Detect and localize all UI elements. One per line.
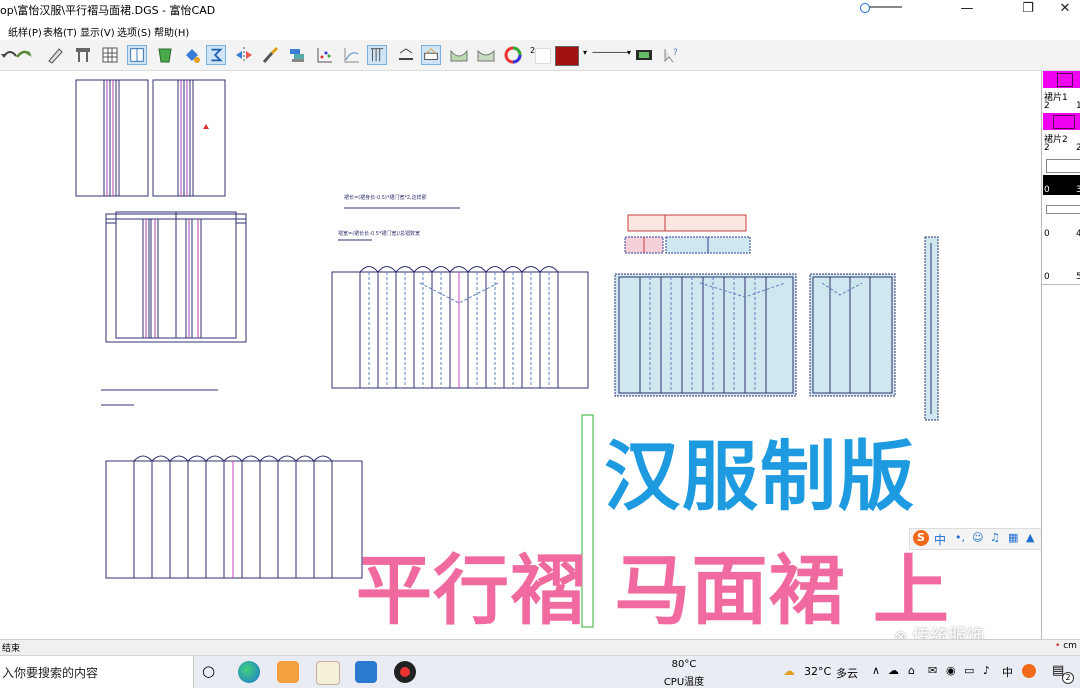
record-app-icon[interactable] <box>394 661 416 683</box>
windows-taskbar: 入你要搜索的内容 ○ 80°C CPU温度 ☁ 32°C 多云 ∧ ☁ ⌂ ✉ … <box>0 655 1080 688</box>
dropdown-arrow-icon[interactable]: ▾ <box>627 48 631 57</box>
cad-app-icon[interactable] <box>316 661 340 685</box>
cpu-temp-value: 80°C <box>671 659 697 670</box>
sum-button[interactable] <box>206 45 226 65</box>
weather-temp[interactable]: 32°C <box>804 665 831 678</box>
table-frame-icon[interactable] <box>73 45 93 65</box>
note-formula-1: 裙长=(裙身长-0.5)*裙门宽*2,这样那 <box>344 194 427 201</box>
menu-bar: 纸样(P) 表格(T) 显示(V) 选项(S) 帮助(H) <box>0 20 1080 40</box>
screenshot-app-icon[interactable] <box>355 661 377 683</box>
minimize-button[interactable]: — <box>944 0 990 20</box>
security-tray-icon[interactable]: ◉ <box>946 664 956 677</box>
keyboard-icon[interactable]: ▦ <box>1008 531 1018 544</box>
status-bar: 结束 • cm <box>0 639 1080 656</box>
task-view-icon[interactable]: ○ <box>202 662 215 680</box>
color-wheel-icon[interactable] <box>503 45 523 65</box>
subtitle-overlay: 平行褶 马面裙 上 <box>356 546 950 635</box>
cpu-temp-label: CPU温度 <box>663 677 705 688</box>
drawing-canvas[interactable]: 裙长=(裙身长-0.5)*裙门宽*2,这样那 褶宽=(裙长长-0.5*裙门宽)/… <box>0 71 1042 647</box>
pencil-icon[interactable] <box>45 45 65 65</box>
status-text: 结束 <box>2 644 21 654</box>
measure-icon[interactable] <box>396 45 416 65</box>
svg-text:?: ? <box>673 48 678 58</box>
maximize-button[interactable]: ❐ <box>1005 0 1051 20</box>
line-color-swatch[interactable] <box>555 46 579 66</box>
row4-value-b: 4 <box>1076 229 1080 239</box>
layers-icon[interactable] <box>288 45 308 65</box>
row4-value-a: 0 <box>1044 229 1050 239</box>
window-title: op\富怡汉服\平行褶马面裙.DGS - 富怡CAD <box>0 4 216 17</box>
note-formula-2: 褶宽=(裙长长-0.5*裙门宽)/总褶数宽 <box>338 230 420 237</box>
piece-list-panel: 裙片1 2 1 裙片2 2 2 0 3 0 4 0 5 <box>1041 71 1080 639</box>
folder-app-icon[interactable] <box>277 661 299 683</box>
cloud-tray-icon[interactable]: ☁ <box>888 664 899 677</box>
pleat-tool-button[interactable] <box>367 45 387 65</box>
ime-language-indicator[interactable]: 中 <box>1002 664 1013 680</box>
slider-track <box>866 6 902 8</box>
scatter-grid-icon[interactable] <box>315 45 335 65</box>
menu-view[interactable]: 显示(V) <box>80 24 115 39</box>
panel-divider <box>1042 284 1080 285</box>
menu-options[interactable]: 选项(S) <box>117 24 151 39</box>
help-pointer-icon[interactable]: ? <box>661 45 681 65</box>
headline-overlay: 汉服制版 <box>604 432 916 521</box>
search-placeholder: 入你要搜索的内容 <box>2 666 99 680</box>
seam-tool-button[interactable] <box>421 45 441 65</box>
pattern-view-button[interactable] <box>127 45 147 65</box>
notification-badge: 2 <box>1062 672 1074 684</box>
piece2-value-a: 2 <box>1044 143 1050 153</box>
piece3-thumbnail[interactable] <box>1046 159 1080 173</box>
row3-value-b: 3 <box>1076 185 1080 195</box>
piece2-thumbnail[interactable] <box>1043 113 1080 130</box>
slider-knob[interactable] <box>860 3 870 13</box>
piece1-thumbnail[interactable] <box>1043 71 1080 88</box>
microphone-icon[interactable]: ♫ <box>990 531 1000 544</box>
piece1-value-a: 2 <box>1044 101 1050 111</box>
onedrive-tray-icon[interactable]: ⌂ <box>908 664 915 677</box>
wechat-tray-icon[interactable]: ✉ <box>928 664 937 677</box>
unit-value: cm <box>1063 641 1077 651</box>
background-color-swatch[interactable] <box>535 48 551 64</box>
ime-mode-toggle[interactable]: 中 <box>934 531 946 548</box>
paint-bucket-icon[interactable] <box>182 45 202 65</box>
emoji-icon[interactable]: ☺ <box>972 531 983 544</box>
piece1-value-b: 1 <box>1076 101 1080 111</box>
dropdown-arrow-icon[interactable]: ▾ <box>583 48 587 57</box>
skin-icon[interactable]: ▲ <box>1026 531 1034 544</box>
toolbar: 2 ▾ ———— ▾ ? <box>0 40 1080 71</box>
mirror-icon[interactable] <box>234 45 254 65</box>
brush-icon[interactable] <box>260 45 280 65</box>
edge-browser-icon[interactable] <box>238 661 260 683</box>
close-button[interactable]: ✕ <box>1050 0 1080 20</box>
menu-pattern[interactable]: 纸样(P) <box>8 24 42 39</box>
title-bar: op\富怡汉服\平行褶马面裙.DGS - 富怡CAD — ❐ ✕ <box>0 0 1080 20</box>
row3-value-a: 0 <box>1044 185 1050 195</box>
piece5-thumbnail[interactable] <box>1046 205 1080 214</box>
row5-value-a: 0 <box>1044 272 1050 282</box>
piece2-value-b: 2 <box>1076 143 1080 153</box>
grid-icon[interactable] <box>100 45 120 65</box>
piece-fill-icon[interactable] <box>155 45 175 65</box>
line-style-select[interactable]: ———— <box>592 47 629 58</box>
sogou-tray-icon[interactable] <box>1022 664 1036 678</box>
unit-label: • cm <box>1055 641 1077 651</box>
film-icon[interactable] <box>634 45 654 65</box>
network-tray-icon[interactable]: ▭ <box>964 664 974 677</box>
row5-value-b: 5 <box>1076 272 1080 282</box>
ime-toolbar[interactable]: S 中 •, ☺ ♫ ▦ ▲ <box>909 528 1042 550</box>
curve-piece-icon[interactable] <box>449 45 469 65</box>
menu-help[interactable]: 帮助(H) <box>154 24 189 39</box>
taskbar-search-box[interactable]: 入你要搜索的内容 <box>0 656 194 688</box>
weather-desc[interactable]: 多云 <box>836 665 858 681</box>
hem-icon[interactable] <box>476 45 496 65</box>
zoom-slider[interactable] <box>860 3 904 13</box>
punctuation-icon[interactable]: •, <box>955 531 965 544</box>
tray-expand-icon[interactable]: ∧ <box>872 664 880 677</box>
weather-icon[interactable]: ☁ <box>783 664 795 678</box>
curve-chart-icon[interactable] <box>342 45 362 65</box>
menu-table[interactable]: 表格(T) <box>43 24 77 39</box>
volume-icon[interactable]: ♪ <box>983 664 990 677</box>
sogou-logo-icon: S <box>913 530 929 546</box>
redo-icon[interactable] <box>14 45 34 65</box>
